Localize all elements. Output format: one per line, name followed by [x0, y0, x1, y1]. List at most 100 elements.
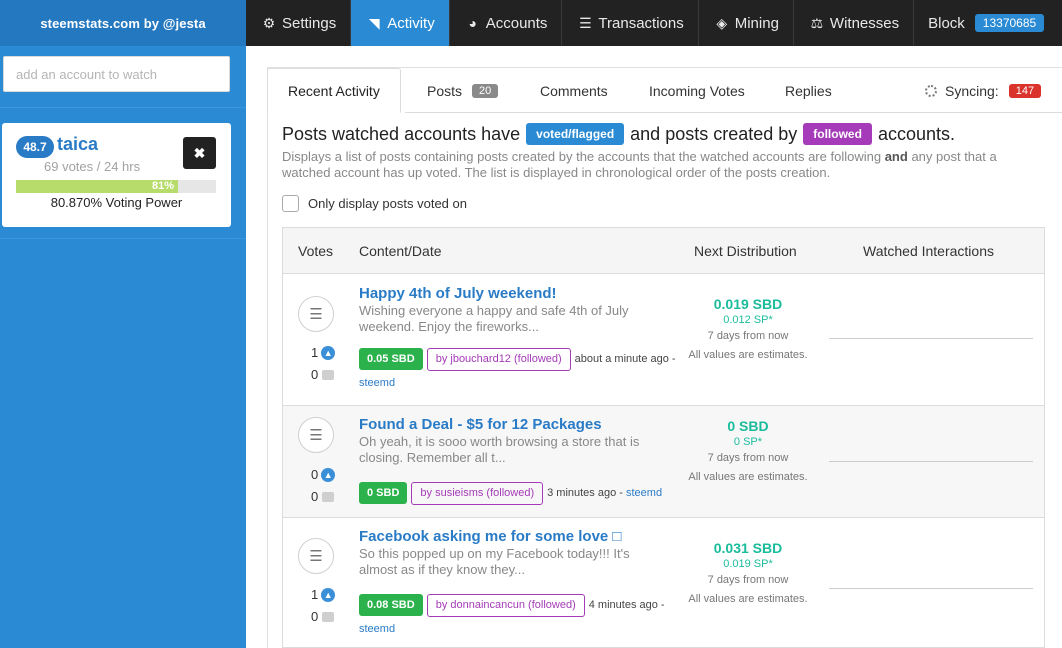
nav-activity[interactable]: ◥ Activity [351, 0, 450, 46]
comment-number: 0 [311, 489, 319, 504]
tab-label: Incoming Votes [649, 82, 745, 99]
nav-label: Mining [734, 14, 779, 32]
tab-posts[interactable]: Posts 20 [427, 68, 499, 113]
block-number-badge: 13370685 [974, 14, 1045, 32]
next-distribution: 0 SBD 0 SP* 7 days from now All values a… [683, 418, 813, 486]
voting-power-fill: 81% [16, 180, 178, 193]
upvote-icon[interactable]: ▲ [321, 587, 336, 602]
balance-scale-icon: ⚖ [810, 14, 824, 31]
syncing-status: Syncing: 147 [925, 68, 1042, 113]
post-title-link[interactable]: Found a Deal - $5 for 12 Packages [359, 416, 602, 433]
dist-when: 7 days from now [707, 452, 789, 464]
dist-when: 7 days from now [707, 330, 789, 342]
header-votes: Votes [298, 243, 334, 259]
nav-label: Accounts [485, 14, 548, 32]
comment-icon [322, 491, 335, 502]
steemd-link[interactable]: steemd [626, 487, 662, 499]
steemd-link[interactable]: steemd [359, 377, 395, 389]
nav-witnesses[interactable]: ⚖ Witnesses [794, 0, 915, 46]
desc-bold: and [884, 149, 908, 164]
sidebar-divider [0, 238, 246, 239]
interaction-line [829, 338, 1033, 339]
sidebar-divider [0, 107, 246, 108]
vote-count: 0 ▲ [311, 467, 336, 482]
comment-count: 0 [311, 489, 335, 504]
voting-power-bar: 81% [16, 180, 216, 193]
nav-mining[interactable]: ◈ Mining [699, 0, 794, 46]
nav-block[interactable]: Block 13370685 [914, 0, 1058, 46]
post-excerpt: Oh yeah, it is sooo worth browsing a sto… [359, 434, 640, 465]
comment-icon [322, 369, 335, 380]
steemd-link[interactable]: steemd [359, 623, 395, 635]
author-tag[interactable]: by jbouchard12 (followed) [426, 348, 571, 371]
post-type-icon: ☰ [298, 417, 334, 453]
posts-count-badge: 20 [472, 83, 499, 98]
nav-label: Settings [282, 14, 337, 32]
post-title-link[interactable]: Facebook asking me for some love □ [359, 528, 621, 545]
next-distribution: 0.031 SBD 0.019 SP* 7 days from now All … [683, 540, 813, 608]
reputation-badge: 48.7 [16, 136, 54, 158]
voted-only-checkbox[interactable] [282, 195, 299, 212]
desc-part: Displays a list of posts containing post… [282, 149, 882, 164]
table-row: ☰ 0 ▲ 0 Found a Deal - $5 for 12 Packages… [283, 406, 1044, 518]
post-type-icon: ☰ [298, 296, 334, 332]
dist-sbd: 0 SBD [727, 418, 769, 434]
author-tag[interactable]: by donnaincancun (followed) [426, 594, 585, 617]
nav-label: Transactions [598, 14, 684, 32]
vote-count: 1 ▲ [311, 587, 336, 602]
interaction-line [829, 588, 1033, 589]
upvote-icon[interactable]: ▲ [321, 345, 336, 360]
nav-accounts[interactable]: ◕ Accounts [450, 0, 563, 46]
nav-label: Activity [387, 14, 435, 32]
vote-number: 1 [311, 345, 319, 360]
page-description: Displays a list of posts containing post… [282, 149, 1042, 181]
block-label: Block [928, 14, 965, 32]
header-content: Content/Date [359, 243, 442, 259]
dist-sp: 0 SP* [733, 436, 763, 448]
syncing-label: Syncing: [945, 82, 999, 99]
meta-separator: - [616, 487, 626, 499]
vote-count: 1 ▲ [311, 345, 336, 360]
post-time: about a minute ago [574, 353, 669, 365]
post-type-icon: ☰ [298, 538, 334, 574]
comment-count: 0 [311, 609, 335, 624]
dist-sp: 0.012 SP* [723, 314, 773, 326]
meta-separator: - [657, 599, 665, 611]
remove-account-button[interactable]: ✖ [183, 137, 216, 169]
cube-icon: ◈ [716, 14, 728, 31]
payout-badge: 0 SBD [359, 482, 408, 504]
tab-label: Replies [785, 82, 832, 99]
post-meta: 0 SBD by susieisms (followed) 3 minutes ag… [359, 481, 679, 505]
nav-settings[interactable]: ⚙ Settings [246, 0, 352, 46]
comment-count: 0 [311, 367, 335, 382]
header-interactions: Watched Interactions [863, 243, 994, 259]
syncing-count-badge: 147 [1008, 83, 1042, 98]
pie-chart-icon: ◕ [468, 15, 477, 31]
spinner-icon [925, 84, 937, 97]
checkbox-label: Only display posts voted on [308, 196, 467, 211]
brand-title[interactable]: steemstats.com by @jesta [0, 0, 246, 46]
nav-transactions[interactable]: ☰ Transactions [562, 0, 699, 46]
table-row: ☰ 1 ▲ 0 Happy 4th of July weekend! Wishin… [283, 274, 1044, 406]
account-name[interactable]: taica [57, 134, 98, 155]
tab-incoming-votes[interactable]: Incoming Votes [649, 68, 745, 113]
post-title-link[interactable]: Happy 4th of July weekend! [359, 285, 557, 302]
author-tag[interactable]: by susieisms (followed) [411, 482, 544, 505]
upvote-icon[interactable]: ▲ [321, 467, 336, 482]
top-nav: ⚙ Settings ◥ Activity ◕ Accounts ☰ Transacti… [246, 0, 1062, 46]
voted-only-filter[interactable]: Only display posts voted on [282, 195, 467, 212]
header-distribution: Next Distribution [694, 243, 797, 259]
table-header: Votes Content/Date Next Distribution Wat… [283, 228, 1044, 274]
heading-part: and posts created by [630, 123, 798, 144]
heading-part: accounts. [877, 123, 955, 144]
tab-replies[interactable]: Replies [785, 68, 832, 113]
tab-recent-activity[interactable]: Recent Activity [267, 68, 401, 113]
comment-number: 0 [311, 609, 319, 624]
tab-comments[interactable]: Comments [540, 68, 608, 113]
post-excerpt: Wishing everyone a happy and safe 4th of… [359, 303, 629, 334]
dist-note: All values are estimates. [688, 593, 808, 605]
payout-badge: 0.05 SBD [359, 348, 423, 370]
add-account-input[interactable] [3, 56, 230, 92]
posts-table: Votes Content/Date Next Distribution Wat… [282, 227, 1045, 648]
table-row: ☰ 1 ▲ 0 Facebook asking me for some love … [283, 518, 1044, 648]
